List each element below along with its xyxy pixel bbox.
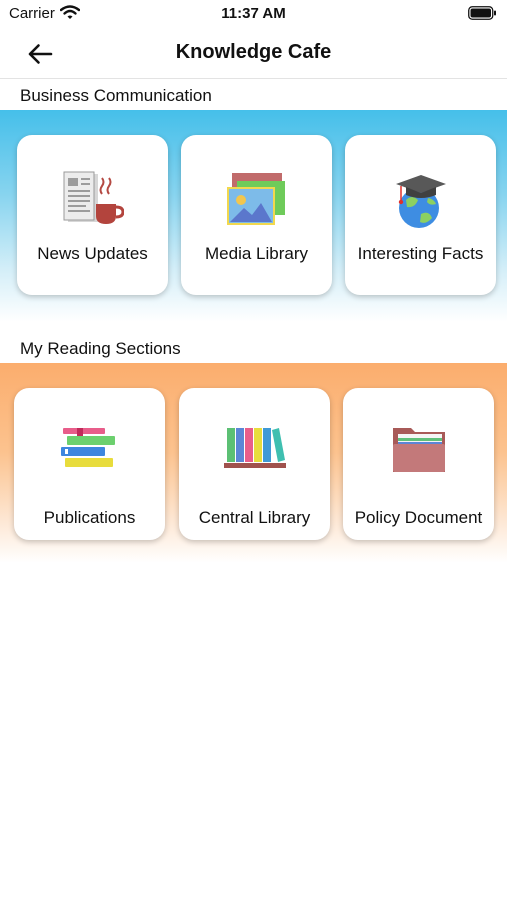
- card-label: Policy Document: [354, 508, 483, 527]
- card-interesting-facts[interactable]: Interesting Facts: [345, 135, 496, 295]
- card-news-updates[interactable]: News Updates: [17, 135, 168, 295]
- navigation-bar: Knowledge Cafe: [0, 30, 507, 79]
- globe-graduation-cap-icon: [345, 170, 496, 230]
- bookshelf-icon: [179, 426, 330, 470]
- card-label: Media Library: [205, 244, 308, 263]
- card-label: Central Library: [198, 508, 311, 527]
- card-label: News Updates: [37, 244, 148, 263]
- card-media-library[interactable]: Media Library: [181, 135, 332, 295]
- battery-icon: [468, 6, 497, 25]
- status-time: 11:37 AM: [221, 5, 286, 22]
- newspaper-coffee-icon: [17, 170, 168, 228]
- status-bar: Carrier 11:37 AM: [0, 0, 507, 28]
- folder-icon: [343, 426, 494, 476]
- card-central-library[interactable]: Central Library: [179, 388, 330, 540]
- book-stack-icon: [14, 426, 165, 470]
- section-title-my-reading-sections: My Reading Sections: [20, 339, 181, 358]
- card-publications[interactable]: Publications: [14, 388, 165, 540]
- image-gallery-icon: [181, 170, 332, 228]
- card-label: Interesting Facts: [357, 244, 484, 263]
- section-title-business-communication: Business Communication: [20, 86, 212, 105]
- page-title: Knowledge Cafe: [175, 41, 332, 63]
- card-label: Publications: [43, 508, 136, 527]
- card-policy-document[interactable]: Policy Document: [343, 388, 494, 540]
